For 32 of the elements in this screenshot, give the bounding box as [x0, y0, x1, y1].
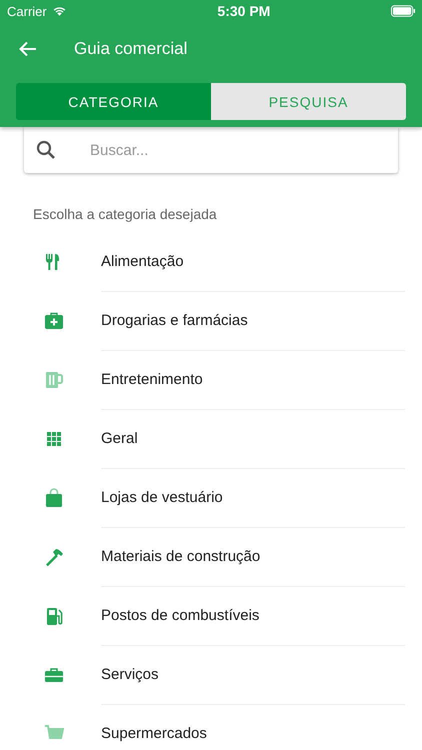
- back-arrow-icon[interactable]: [19, 41, 37, 57]
- category-item[interactable]: Entretenimento: [0, 350, 422, 409]
- category-label: Geral: [101, 408, 405, 468]
- category-label: Lojas de vestuário: [101, 468, 405, 528]
- fuel-pump-icon: [44, 606, 64, 626]
- category-label: Postos de combustíveis: [101, 586, 405, 646]
- category-label: Entretenimento: [101, 350, 405, 410]
- shopping-bag-icon: [44, 488, 64, 508]
- medical-kit-icon: [44, 310, 64, 330]
- category-item[interactable]: Supermercados: [0, 704, 422, 750]
- screen-title: Guia comercial: [74, 39, 188, 59]
- category-item[interactable]: Alimentação: [0, 232, 422, 291]
- category-item[interactable]: Drogarias e farmácias: [0, 291, 422, 350]
- category-item[interactable]: Postos de combustíveis: [0, 586, 422, 645]
- carrier-name: Carrier: [7, 4, 47, 18]
- category-item[interactable]: Materiais de construção: [0, 527, 422, 586]
- search-field[interactable]: Buscar...: [24, 127, 398, 173]
- battery-icon: [391, 5, 416, 17]
- section-title: Escolha a categoria desejada: [33, 206, 218, 222]
- category-label: Alimentação: [101, 232, 405, 292]
- category-item[interactable]: Lojas de vestuário: [0, 468, 422, 527]
- mug-icon: [44, 370, 64, 390]
- tab[interactable]: CATEGORIA: [16, 83, 211, 120]
- category-item[interactable]: Geral: [0, 409, 422, 468]
- wifi-icon: [52, 5, 67, 17]
- hammer-icon: [44, 546, 64, 566]
- category-item[interactable]: Serviços: [0, 645, 422, 704]
- category-label: Materiais de construção: [101, 526, 405, 586]
- status-time: 5:30 PM: [217, 3, 270, 19]
- category-label: Drogarias e farmácias: [101, 290, 405, 350]
- category-label: Serviços: [101, 644, 405, 704]
- category-label: Supermercados: [101, 724, 208, 744]
